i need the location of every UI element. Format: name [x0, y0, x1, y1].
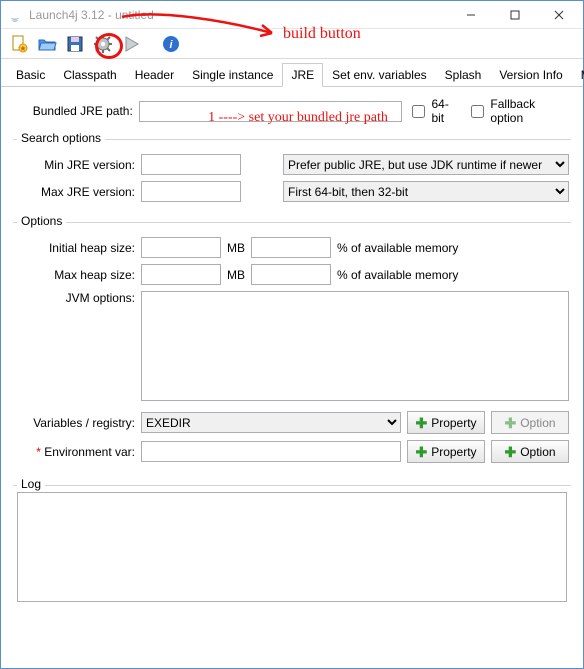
tab-single-instance[interactable]: Single instance [183, 63, 282, 87]
plus-icon: ✚ [415, 416, 427, 430]
tab-set-env[interactable]: Set env. variables [323, 63, 436, 87]
plus-icon: ✚ [415, 445, 427, 459]
min-jre-input[interactable] [141, 154, 241, 175]
max-heap-pct-input[interactable] [251, 264, 331, 285]
plus-icon: ✚ [504, 445, 516, 459]
variables-registry-label: Variables / registry: [15, 416, 135, 430]
tab-classpath[interactable]: Classpath [54, 63, 125, 87]
bundled-jre-input[interactable] [139, 101, 403, 122]
initial-heap-input[interactable] [141, 237, 221, 258]
add-option-button-disabled: ✚Option [491, 411, 569, 434]
run-button[interactable] [119, 32, 143, 56]
env-property-button[interactable]: ✚Property [407, 440, 485, 463]
java-icon [7, 7, 23, 23]
initial-heap-label: Initial heap size: [15, 241, 135, 255]
sixtyfour-bit-checkbox[interactable]: 64-bit [408, 97, 461, 125]
maximize-button[interactable] [493, 2, 537, 28]
tab-bar: Basic Classpath Header Single instance J… [1, 59, 583, 87]
info-button[interactable]: i [159, 32, 183, 56]
log-legend: Log [17, 477, 45, 491]
jvm-options-label: JVM options: [15, 291, 135, 305]
tab-version-info[interactable]: Version Info [490, 63, 571, 87]
close-button[interactable] [537, 2, 581, 28]
min-jre-label: Min JRE version: [15, 158, 135, 172]
max-jre-input[interactable] [141, 181, 241, 202]
arch-preference-dropdown[interactable]: First 64-bit, then 32-bit [283, 181, 569, 202]
toolbar: ★ i [1, 29, 583, 59]
max-heap-input[interactable] [141, 264, 221, 285]
options-legend: Options [17, 214, 66, 228]
build-button[interactable] [91, 32, 115, 56]
save-button[interactable] [63, 32, 87, 56]
jre-panel: Bundled JRE path: 64-bit Fallback option… [1, 87, 583, 612]
titlebar: Launch4j 3.12 - untitled [1, 1, 583, 29]
pct-memory-label: % of available memory [337, 241, 458, 255]
tab-messages[interactable]: Messages [572, 63, 584, 87]
add-property-button[interactable]: ✚Property [407, 411, 485, 434]
svg-text:★: ★ [19, 44, 26, 53]
new-file-button[interactable]: ★ [7, 32, 31, 56]
jre-preference-dropdown[interactable]: Prefer public JRE, but use JDK runtime i… [283, 154, 569, 175]
mb-label-2: MB [227, 268, 245, 282]
mb-label: MB [227, 241, 245, 255]
jvm-options-textarea[interactable] [141, 291, 569, 401]
plus-icon: ✚ [504, 416, 516, 430]
bundled-jre-label: Bundled JRE path: [13, 104, 133, 118]
initial-heap-pct-input[interactable] [251, 237, 331, 258]
tab-basic[interactable]: Basic [7, 63, 54, 87]
fallback-option-checkbox[interactable]: Fallback option [467, 97, 571, 125]
open-folder-button[interactable] [35, 32, 59, 56]
env-option-button[interactable]: ✚Option [491, 440, 569, 463]
minimize-button[interactable] [449, 2, 493, 28]
app-window: Launch4j 3.12 - untitled ★ i Basic Class… [0, 0, 584, 669]
search-options-legend: Search options [17, 131, 105, 145]
max-jre-label: Max JRE version: [15, 185, 135, 199]
environment-var-label: * * Environment var:Environment var: [15, 445, 135, 459]
max-heap-label: Max heap size: [15, 268, 135, 282]
log-textarea[interactable] [17, 492, 567, 602]
variables-registry-dropdown[interactable]: EXEDIR [141, 412, 401, 433]
pct-memory-label-2: % of available memory [337, 268, 458, 282]
environment-var-input[interactable] [141, 441, 401, 462]
tab-jre[interactable]: JRE [282, 63, 323, 87]
window-title: Launch4j 3.12 - untitled [29, 8, 449, 22]
tab-splash[interactable]: Splash [436, 63, 491, 87]
tab-header[interactable]: Header [126, 63, 183, 87]
